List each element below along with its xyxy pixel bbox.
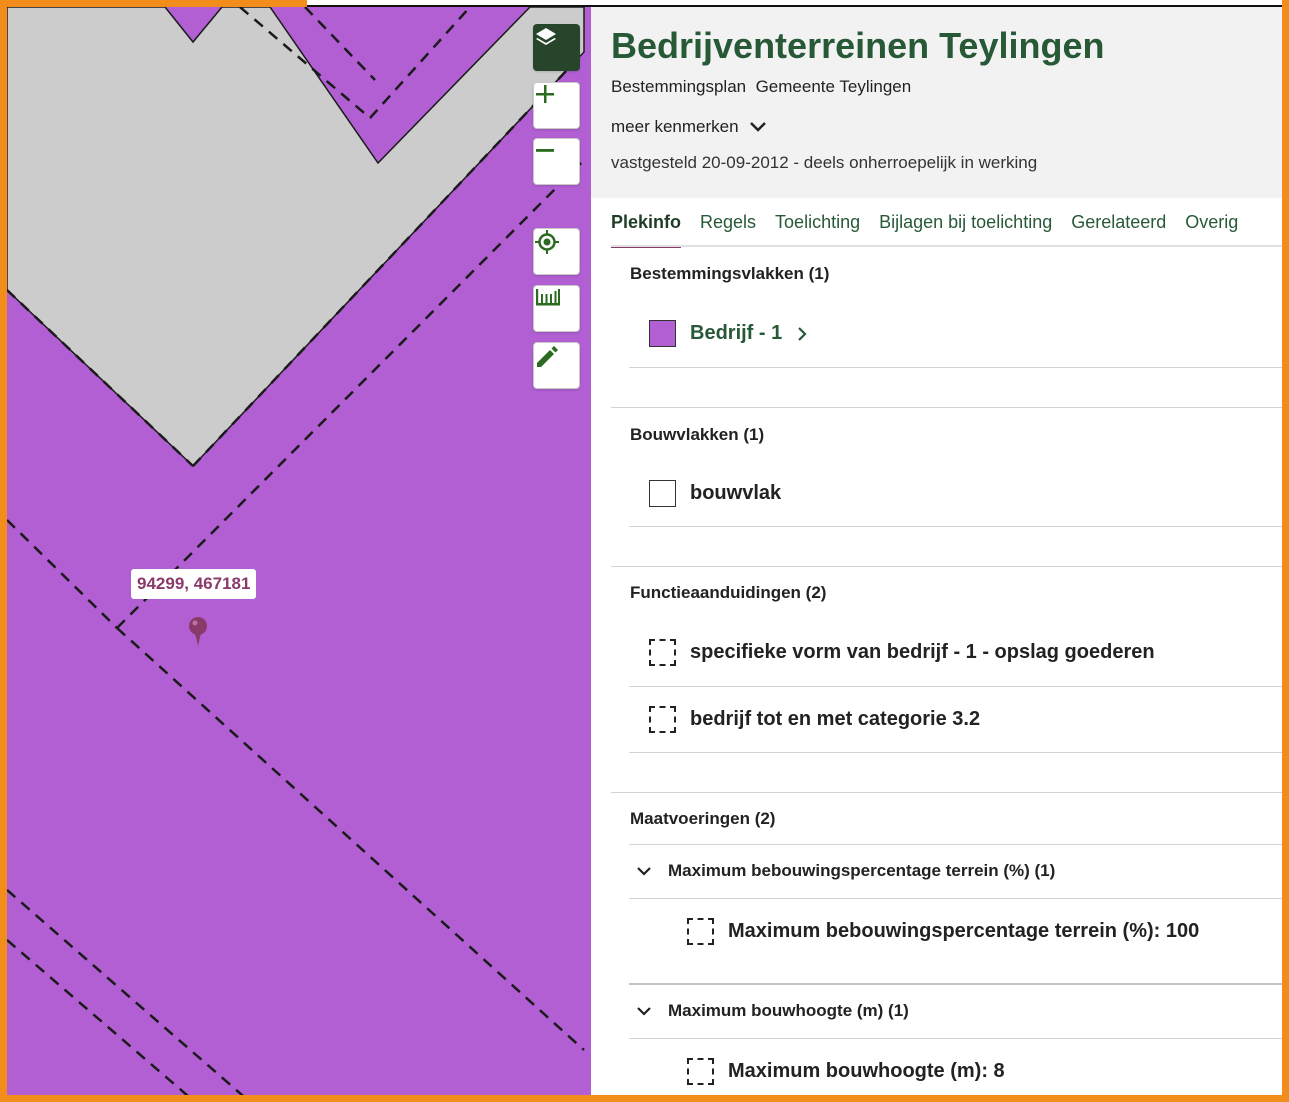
maatvoering-group-toggle[interactable]: Maximum bouwhoogte (m) (1): [636, 1001, 909, 1021]
divider: [629, 844, 1282, 845]
tab-bijlagen[interactable]: Bijlagen bij toelichting: [879, 212, 1052, 245]
bouwvlak-item[interactable]: bouwvlak: [649, 480, 781, 507]
tab-regels[interactable]: Regels: [700, 212, 756, 245]
tabs-divider: [611, 245, 1282, 247]
plan-subtitle: Bestemmingsplan Gemeente Teylingen: [611, 77, 912, 96]
maatvoering-item[interactable]: Maximum bouwhoogte (m): 8: [687, 1058, 1005, 1085]
divider: [611, 792, 1282, 793]
maatvoering-item[interactable]: Maximum bebouwingspercentage terrein (%)…: [687, 918, 1199, 945]
info-panel: Bedrijventerreinen Teylingen Bestemmings…: [591, 7, 1282, 1102]
functieaanduiding-swatch: [649, 706, 676, 733]
chevron-down-icon: [637, 1006, 651, 1016]
minus-icon: [536, 149, 554, 152]
zoom-in-button[interactable]: [533, 82, 580, 129]
bouwvlak-label: bouwvlak: [690, 482, 782, 504]
tab-gerelateerd[interactable]: Gerelateerd: [1071, 212, 1166, 245]
map-view[interactable]: 94299, 467181: [7, 7, 591, 1102]
section-title-functieaanduidingen: Functieaanduidingen (2): [630, 583, 827, 602]
divider: [611, 566, 1282, 567]
functieaanduiding-label: bedrijf tot en met categorie 3.2: [690, 708, 981, 730]
maatvoering-group-label: Maximum bouwhoogte (m) (1): [668, 1001, 909, 1020]
maatvoering-group-label: Maximum bebouwingspercentage terrein (%)…: [668, 861, 1056, 880]
tab-plekinfo[interactable]: Plekinfo: [611, 212, 682, 248]
crosshair-icon: [535, 230, 559, 254]
draw-button[interactable]: [533, 342, 580, 389]
layers-button[interactable]: [533, 24, 580, 71]
functieaanduiding-label: specifieke vorm van bedrijf - 1 - opslag…: [690, 641, 1155, 663]
locate-button[interactable]: [533, 228, 580, 275]
layers-icon: [536, 28, 556, 45]
section-title-maatvoeringen: Maatvoeringen (2): [630, 809, 776, 828]
maatvoering-label: Maximum bouwhoogte (m): 8: [728, 1060, 1005, 1082]
functieaanduiding-swatch: [649, 639, 676, 666]
tab-overig[interactable]: Overig: [1185, 212, 1238, 245]
functieaanduiding-item[interactable]: bedrijf tot en met categorie 3.2: [649, 706, 980, 733]
maatvoering-swatch: [687, 1058, 714, 1085]
page-title: Bedrijventerreinen Teylingen: [611, 25, 1105, 66]
maatvoering-swatch: [687, 918, 714, 945]
tab-toelichting[interactable]: Toelichting: [775, 212, 860, 245]
divider: [629, 752, 1282, 753]
maatvoering-group-toggle[interactable]: Maximum bebouwingspercentage terrein (%)…: [636, 861, 1055, 881]
highlight-frame-top: [0, 0, 307, 7]
zoom-out-button[interactable]: [533, 138, 580, 185]
plan-header: Bedrijventerreinen Teylingen Bestemmings…: [591, 7, 1282, 198]
chevron-down-icon: [749, 122, 766, 132]
more-characteristics-toggle[interactable]: meer kenmerken: [611, 117, 767, 137]
coordinate-label: 94299, 467181: [131, 569, 257, 599]
plan-status: vastgesteld 20-09-2012 - deels onherroep…: [611, 153, 1038, 172]
map-canvas[interactable]: [7, 7, 591, 1102]
section-title-bestemmingsvlakken: Bestemmingsvlakken (1): [630, 264, 830, 283]
maatvoering-label: Maximum bebouwingspercentage terrein (%)…: [728, 920, 1200, 942]
bouwvlak-swatch: [649, 480, 676, 507]
bestemmingsvlak-item[interactable]: Bedrijf - 1: [649, 320, 808, 347]
ruler-icon: [536, 289, 560, 306]
divider: [629, 526, 1282, 527]
bestemming-swatch: [649, 320, 676, 347]
measure-button[interactable]: [533, 285, 580, 332]
functieaanduiding-item[interactable]: specifieke vorm van bedrijf - 1 - opslag…: [649, 639, 1155, 666]
chevron-down-icon: [637, 866, 651, 876]
divider: [629, 898, 1282, 899]
more-characteristics-label: meer kenmerken: [611, 117, 739, 136]
divider: [629, 983, 1282, 985]
chevron-right-icon: [798, 326, 807, 341]
bestemmingsvlak-label: Bedrijf - 1: [690, 322, 783, 344]
plus-icon: [536, 85, 554, 103]
tab-bar: Plekinfo Regels Toelichting Bijlagen bij…: [611, 212, 1238, 248]
section-title-bouwvlakken: Bouwvlakken (1): [630, 425, 765, 444]
divider: [629, 367, 1282, 368]
divider: [629, 686, 1282, 687]
divider: [611, 407, 1282, 408]
divider: [629, 1038, 1282, 1039]
pencil-icon: [537, 346, 558, 367]
